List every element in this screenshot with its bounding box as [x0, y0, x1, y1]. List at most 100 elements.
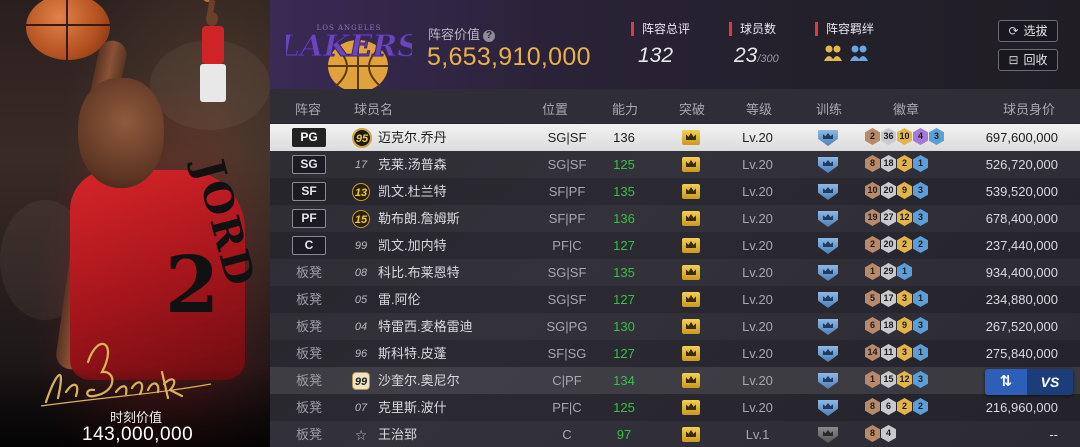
- badge-list[interactable]: 1 15 12 3: [865, 371, 929, 390]
- breakthrough-crown-icon[interactable]: [682, 400, 700, 415]
- slot-badge[interactable]: SG: [292, 155, 326, 174]
- training-icon[interactable]: [818, 238, 838, 254]
- breakthrough-crown-icon[interactable]: [682, 265, 700, 280]
- col-badges: 徽章: [893, 102, 920, 117]
- training-icon[interactable]: [818, 265, 838, 281]
- badge-list[interactable]: 14 11 3 1: [865, 344, 929, 363]
- training-icon[interactable]: [818, 184, 838, 200]
- breakthrough-crown-icon[interactable]: [682, 319, 700, 334]
- player-name[interactable]: 特雷西.麦格雷迪: [378, 313, 473, 340]
- badge-list[interactable]: 6 18 9 3: [865, 317, 929, 336]
- training-icon[interactable]: [818, 346, 838, 362]
- player-name[interactable]: 科比.布莱恩特: [378, 259, 460, 286]
- star-icon: ☆: [354, 427, 368, 443]
- player-name[interactable]: 克莱.汤普森: [378, 151, 447, 178]
- badge-blue-icon: 3: [913, 209, 928, 226]
- synergy-gold-icon[interactable]: [823, 44, 843, 62]
- badge-gold-icon: 2: [897, 236, 912, 253]
- slot-bench-label[interactable]: 板凳: [296, 313, 322, 340]
- badge-list[interactable]: 2 20 2 2: [865, 236, 929, 255]
- badge-gold-icon: 3: [897, 344, 912, 361]
- training-icon[interactable]: [818, 157, 838, 173]
- breakthrough-crown-icon[interactable]: [682, 184, 700, 199]
- select-button[interactable]: ⟳ 选拔: [998, 20, 1058, 42]
- table-row[interactable]: 板凳 96 斯科特.皮蓬 SF|SG 127 Lv.20 14 11 3 1 275,840,000: [270, 340, 1080, 367]
- badge-silver-icon: 17: [881, 290, 896, 307]
- slot-badge[interactable]: SF: [292, 182, 326, 201]
- player-name[interactable]: 迈克尔.乔丹: [378, 124, 447, 151]
- badge-list[interactable]: 8622: [865, 398, 929, 417]
- training-icon[interactable]: [818, 292, 838, 308]
- breakthrough-crown-icon[interactable]: [682, 157, 700, 172]
- training-icon[interactable]: [818, 211, 838, 227]
- jersey-number-badge: 05: [354, 294, 368, 306]
- badge-bronze-icon: 14: [865, 344, 880, 361]
- badge-bronze-icon: 10: [865, 182, 880, 199]
- badge-list[interactable]: 8 18 2 1: [865, 155, 929, 174]
- table-row[interactable]: 板凳 04 特雷西.麦格雷迪 SG|PG 130 Lv.20 6 18 9 3 267,520,00…: [270, 313, 1080, 340]
- breakthrough-crown-icon[interactable]: [682, 238, 700, 253]
- slot-bench-label[interactable]: 板凳: [296, 286, 322, 313]
- slot-badge[interactable]: C: [292, 236, 326, 255]
- table-row[interactable]: PG 95 迈克尔.乔丹 SG|SF 136 Lv.20 2 36 10 4 3 697,600,00…: [270, 124, 1080, 151]
- player-name[interactable]: 凯文.加内特: [378, 232, 447, 259]
- recycle-button[interactable]: ⊟ 回收: [998, 49, 1058, 71]
- help-icon[interactable]: ?: [483, 30, 496, 42]
- player-level: Lv.20: [742, 265, 773, 280]
- player-name[interactable]: 沙奎尔.奥尼尔: [378, 367, 460, 394]
- table-header: 阵容 球员名 位置 能力 突破 等级 训练 徽章 球员身价: [270, 89, 1080, 123]
- badge-list[interactable]: 84: [865, 425, 897, 444]
- player-name[interactable]: 克里斯.波什: [378, 394, 447, 421]
- player-position: SF|SG: [547, 346, 587, 361]
- synergy-icons[interactable]: [823, 44, 869, 62]
- breakthrough-crown-icon[interactable]: [682, 373, 700, 388]
- training-icon[interactable]: [818, 319, 838, 335]
- badge-list[interactable]: 19 27 12 3: [865, 209, 929, 228]
- player-name[interactable]: 凯文.杜兰特: [378, 178, 447, 205]
- training-icon[interactable]: [818, 427, 838, 443]
- breakthrough-crown-icon[interactable]: [682, 346, 700, 361]
- table-row[interactable]: SG 17 克莱.汤普森 SG|SF 125 Lv.20 8 18 2 1 526,720,000: [270, 151, 1080, 178]
- badge-list[interactable]: 2 36 10 4 3: [865, 128, 945, 147]
- slot-bench-label[interactable]: 板凳: [296, 394, 322, 421]
- table-row[interactable]: 板凳 05 雷.阿伦 SG|SF 127 Lv.20 5 17 3 1 234,880,000: [270, 286, 1080, 313]
- compare-button[interactable]: ⇅ VS: [985, 369, 1073, 395]
- breakthrough-crown-icon[interactable]: [682, 427, 700, 442]
- player-name[interactable]: 斯科特.皮蓬: [378, 340, 447, 367]
- player-name[interactable]: 雷.阿伦: [378, 286, 421, 313]
- table-row[interactable]: C 99 凯文.加内特 PF|C 127 Lv.20 2 20 2 2 237,440,000: [270, 232, 1080, 259]
- slot-badge[interactable]: PF: [292, 209, 326, 228]
- slot-bench-label[interactable]: 板凳: [296, 421, 322, 447]
- slot-bench-label[interactable]: 板凳: [296, 340, 322, 367]
- player-name[interactable]: 王治郅: [378, 421, 417, 447]
- table-row[interactable]: 板凳 ☆ 王治郅 C 97 Lv.1 8 4 --: [270, 421, 1080, 447]
- table-row[interactable]: 板凳 99 沙奎尔.奥尼尔 C|PF 134 Lv.20 1 15 12 3: [270, 367, 1080, 394]
- badge-blue-icon: 3: [913, 371, 928, 388]
- col-breakthrough: 突破: [679, 102, 706, 117]
- breakthrough-crown-icon[interactable]: [682, 211, 700, 226]
- table-row[interactable]: 板凳 07 克里斯.波什 PF|C 125 Lv.20 8 6 2 2 216,960,000: [270, 394, 1080, 421]
- synergy-blue-icon[interactable]: [849, 44, 869, 62]
- slot-badge[interactable]: PG: [292, 128, 326, 147]
- jersey-number: 2: [165, 240, 220, 331]
- breakthrough-crown-icon[interactable]: [682, 130, 700, 145]
- slot-bench-label[interactable]: 板凳: [296, 367, 322, 394]
- lineup-value: 5,653,910,000: [427, 43, 591, 71]
- player-name[interactable]: 勒布朗.詹姆斯: [378, 205, 460, 232]
- table-row[interactable]: SF 13 凯文.杜兰特 SF|PF 135 Lv.20 10 20 9 3 539,520,000: [270, 178, 1080, 205]
- badge-list[interactable]: 1 29 1: [865, 263, 913, 282]
- hero-card[interactable]: JORD 2 时刻价值 143,000,000: [0, 0, 270, 447]
- jersey-number-badge: 07: [354, 402, 368, 414]
- badge-list[interactable]: 5 17 3 1: [865, 290, 929, 309]
- table-row[interactable]: PF 15 勒布朗.詹姆斯 SF|PF 136 Lv.20 19 27 12 3 678,400,0…: [270, 205, 1080, 232]
- badge-bronze-icon: 6: [865, 317, 880, 334]
- training-icon[interactable]: [818, 373, 838, 389]
- table-row[interactable]: 板凳 08 科比.布莱恩特 SG|SF 135 Lv.20 1 29 1 934,400,000: [270, 259, 1080, 286]
- player-ability: 130: [613, 319, 635, 334]
- training-icon[interactable]: [818, 130, 838, 146]
- badge-bronze-icon: 1: [865, 263, 880, 280]
- training-icon[interactable]: [818, 400, 838, 416]
- badge-list[interactable]: 10 20 9 3: [865, 182, 929, 201]
- breakthrough-crown-icon[interactable]: [682, 292, 700, 307]
- slot-bench-label[interactable]: 板凳: [296, 259, 322, 286]
